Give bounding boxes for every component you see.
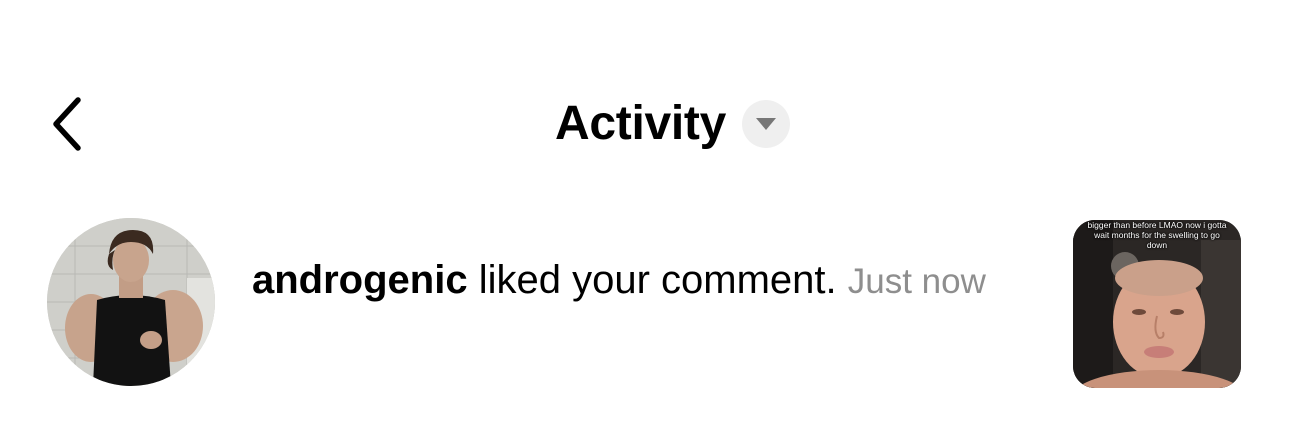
page-title: Activity (555, 97, 726, 150)
activity-filter-dropdown[interactable] (742, 100, 790, 148)
caret-down-icon (756, 118, 776, 130)
notification-timestamp: Just now (847, 262, 986, 301)
notification-item[interactable]: androgenic liked your comment. Just now (0, 218, 1289, 388)
notification-username[interactable]: androgenic (252, 258, 468, 302)
notification-text: androgenic liked your comment. Just now (252, 258, 992, 304)
avatar[interactable] (47, 218, 215, 386)
thumbnail-caption: bigger than before LMAO now i gotta wait… (1087, 220, 1227, 250)
header: Activity (0, 92, 1289, 156)
post-thumbnail[interactable]: bigger than before LMAO now i gotta wait… (1073, 220, 1241, 388)
avatar-photo (47, 218, 215, 386)
notification-action: liked your comment. (478, 258, 837, 302)
activity-screen: Activity androgenic liked your comment. … (0, 0, 1289, 428)
